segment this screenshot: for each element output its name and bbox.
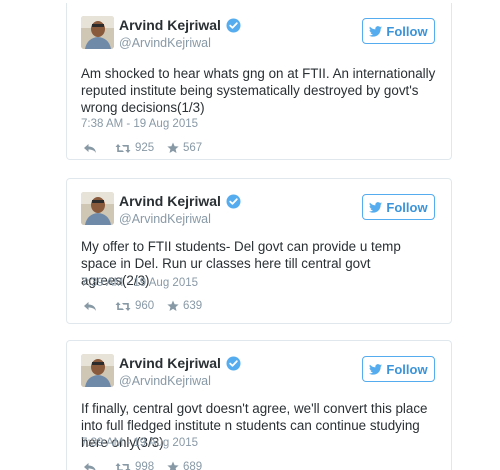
favorite-count: 689 <box>183 461 203 470</box>
favorite-button[interactable]: 567 <box>167 142 202 154</box>
reply-button[interactable] <box>83 143 115 154</box>
tweet-timestamp[interactable]: 7:39 AM - 19 Aug 2015 <box>81 436 198 450</box>
follow-label: Follow <box>386 23 428 39</box>
tweet-feed: Arvind Kejriwal @ArvindKejriwal Follow A… <box>0 0 500 470</box>
retweet-button[interactable]: 925 <box>115 142 167 154</box>
tweet-timestamp[interactable]: 7:38 AM - 19 Aug 2015 <box>81 117 198 131</box>
retweet-button[interactable]: 960 <box>115 300 167 312</box>
retweet-count: 925 <box>135 142 155 154</box>
author-name-row: Arvind Kejriwal <box>119 354 241 372</box>
author-handle[interactable]: @ArvindKejriwal <box>119 373 211 389</box>
reply-button[interactable] <box>83 301 115 312</box>
follow-button[interactable]: Follow <box>362 18 435 44</box>
tweet-actions: 998 689 <box>83 459 202 470</box>
reply-button[interactable] <box>83 462 115 470</box>
tweet-actions: 960 639 <box>83 298 202 314</box>
follow-button[interactable]: Follow <box>362 356 435 382</box>
author-handle[interactable]: @ArvindKejriwal <box>119 35 211 51</box>
reply-icon <box>83 462 97 470</box>
favorite-button[interactable]: 689 <box>167 461 202 470</box>
tweet-card[interactable]: Arvind Kejriwal @ArvindKejriwal Follow A… <box>66 3 452 160</box>
follow-label: Follow <box>386 199 428 215</box>
avatar[interactable] <box>81 192 114 225</box>
favorite-count: 567 <box>183 142 203 154</box>
verified-badge-icon <box>226 356 241 371</box>
tweet-card[interactable]: Arvind Kejriwal @ArvindKejriwal Follow M… <box>66 178 452 324</box>
author-name-row: Arvind Kejriwal <box>119 16 241 34</box>
retweet-icon <box>115 143 131 154</box>
avatar[interactable] <box>81 16 114 49</box>
tweet-card[interactable]: Arvind Kejriwal @ArvindKejriwal Follow I… <box>66 340 452 470</box>
author-name-row: Arvind Kejriwal <box>119 192 241 210</box>
twitter-bird-icon <box>369 25 383 37</box>
retweet-button[interactable]: 998 <box>115 461 167 470</box>
tweet-timestamp[interactable]: 7:39 AM - 19 Aug 2015 <box>81 276 198 290</box>
verified-badge-icon <box>226 18 241 33</box>
tweet-text: Am shocked to hear whats gng on at FTII.… <box>81 66 436 115</box>
tweet-actions: 925 567 <box>83 140 202 156</box>
retweet-icon <box>115 301 131 312</box>
favorite-button[interactable]: 639 <box>167 300 202 312</box>
avatar[interactable] <box>81 354 114 387</box>
author-display-name[interactable]: Arvind Kejriwal <box>119 354 221 372</box>
twitter-bird-icon <box>369 201 383 213</box>
reply-icon <box>83 143 97 154</box>
twitter-bird-icon <box>369 363 383 375</box>
author-display-name[interactable]: Arvind Kejriwal <box>119 16 221 34</box>
retweet-icon <box>115 462 131 470</box>
author-handle[interactable]: @ArvindKejriwal <box>119 211 211 227</box>
star-icon <box>167 142 179 154</box>
retweet-count: 998 <box>135 461 155 470</box>
follow-label: Follow <box>386 361 428 377</box>
reply-icon <box>83 301 97 312</box>
star-icon <box>167 300 179 312</box>
verified-badge-icon <box>226 194 241 209</box>
retweet-count: 960 <box>135 300 155 312</box>
author-display-name[interactable]: Arvind Kejriwal <box>119 192 221 210</box>
follow-button[interactable]: Follow <box>362 194 435 220</box>
star-icon <box>167 461 179 470</box>
favorite-count: 639 <box>183 300 203 312</box>
